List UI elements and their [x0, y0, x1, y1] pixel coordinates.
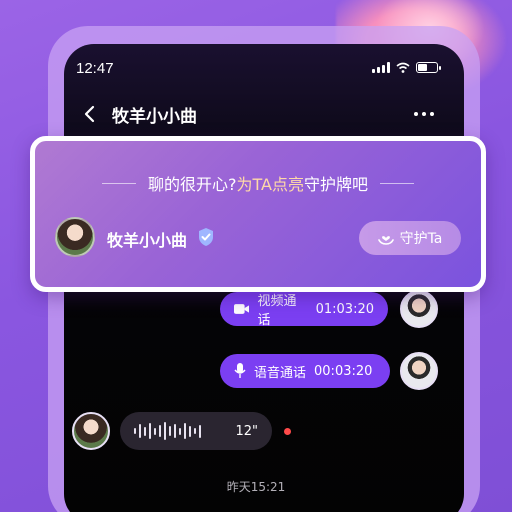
status-time: 12:47	[76, 60, 114, 77]
divider-right	[380, 182, 414, 184]
voice-call-label: 语音通话	[254, 365, 307, 381]
guard-heading: 聊的很开心?为TA点亮守护牌吧	[35, 171, 481, 195]
receiver-avatar[interactable]	[72, 412, 110, 450]
microphone-icon	[234, 363, 246, 378]
guard-button-label: 守护Ta	[399, 231, 443, 247]
chat-title: 牧羊小小曲	[112, 107, 197, 127]
guard-heading-text: 聊的很开心?为TA点亮守护牌吧	[148, 175, 368, 194]
voice-message-bubble[interactable]: 12"	[120, 412, 272, 450]
video-call-label: 视频通话	[257, 294, 297, 328]
verified-shield-icon	[199, 228, 213, 246]
video-call-bubble[interactable]: 视频通话 01:03:20	[220, 292, 388, 328]
divider-left	[102, 182, 136, 184]
voice-call-duration: 00:03:20	[314, 363, 373, 379]
guard-button[interactable]: 守护Ta	[359, 221, 461, 255]
unread-dot	[284, 427, 291, 435]
signal-icon	[372, 62, 390, 73]
voice-message-duration: 12"	[235, 423, 258, 439]
message-timestamp: 昨天15:21	[226, 480, 286, 494]
video-call-duration: 01:03:20	[315, 301, 374, 317]
battery-icon	[416, 62, 441, 73]
voice-call-bubble[interactable]: 语音通话 00:03:20	[220, 354, 390, 388]
status-icons	[372, 62, 441, 73]
hand-heart-icon	[377, 236, 394, 245]
wifi-icon	[396, 62, 410, 73]
guard-name: 牧羊小小曲	[107, 231, 188, 250]
video-camera-icon	[234, 304, 250, 314]
guard-avatar[interactable]	[55, 217, 95, 257]
back-arrow-icon[interactable]	[82, 104, 98, 124]
sender-avatar[interactable]	[400, 290, 438, 328]
guard-prompt-card: 聊的很开心?为TA点亮守护牌吧 牧羊小小曲 守护Ta	[30, 136, 486, 292]
sender-avatar[interactable]	[400, 352, 438, 390]
voice-waveform-icon	[134, 422, 225, 440]
more-options-icon[interactable]	[414, 104, 434, 124]
video-call-message: 视频通话 01:03:20	[220, 290, 438, 328]
voice-message: 12"	[72, 412, 291, 450]
voice-call-message: 语音通话 00:03:20	[220, 352, 438, 390]
